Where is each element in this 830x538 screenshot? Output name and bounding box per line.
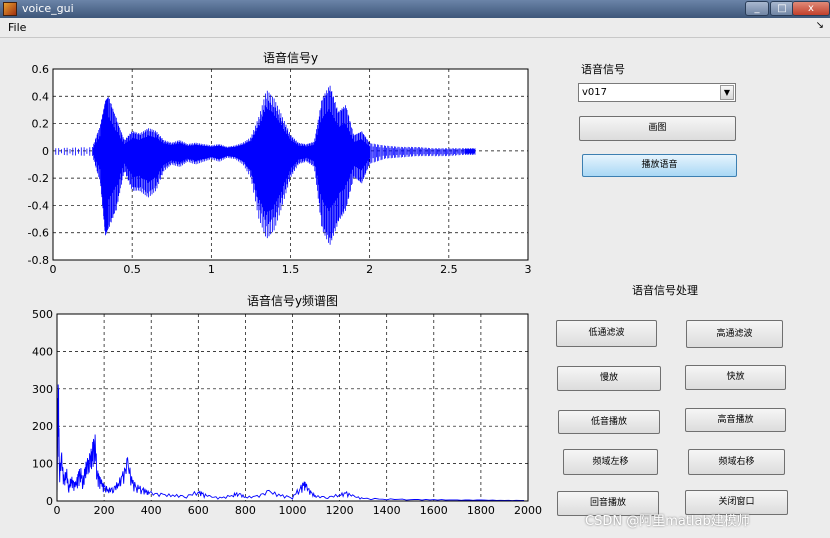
spectrum-plot: 0 200 400 600 800 1000 1200 1400 1600 1800 2000500… (32, 308, 542, 517)
signal-select[interactable]: v017 ▼ (578, 83, 736, 102)
lowpass-filter-button[interactable]: 低通滤波 (556, 320, 657, 347)
plot2-ytick-label: 500 (32, 308, 53, 321)
plot1-ytick-label: -0.2 (28, 172, 49, 185)
menu-file[interactable]: File (8, 21, 26, 34)
plot1-xtick-label: 3 (525, 263, 532, 276)
plot2-xtick-label: 2000 (514, 504, 542, 517)
highpass-filter-button[interactable]: 高通滤波 (686, 320, 783, 348)
plot2-xtick-label: 800 (235, 504, 256, 517)
csdn-watermark: CSDN @阿里matlab建模师 (585, 514, 750, 529)
matlab-icon (3, 2, 17, 16)
fast-play-button[interactable]: 快放 (685, 365, 786, 390)
plot1-ytick-label: -0.4 (28, 199, 49, 212)
plot1-xtick-label: 0.5 (123, 263, 141, 276)
plot1-ytick-label: 0 (42, 145, 49, 158)
menu-bar: File ↘ (0, 18, 830, 38)
plot2-xtick-label: 600 (188, 504, 209, 517)
plot2-xtick-label: 1600 (420, 504, 448, 517)
plot2-xtick-label: 400 (141, 504, 162, 517)
minimize-button[interactable]: _ (745, 1, 769, 16)
high-pitch-play-button[interactable]: 高音播放 (685, 408, 786, 432)
processing-label: 语音信号处理 (632, 284, 698, 297)
freq-shift-right-button[interactable]: 频域右移 (688, 449, 785, 475)
plot1-xtick-label: 2 (366, 263, 373, 276)
plot1-xtick-label: 0 (50, 263, 57, 276)
plot2-xtick-label: 1200 (326, 504, 354, 517)
plot2-ytick-label: 300 (32, 383, 53, 396)
window-title: voice_gui (22, 2, 74, 15)
plot1-ytick-label: 0.2 (32, 118, 50, 131)
signal-select-value: v017 (582, 87, 608, 98)
plot1-xtick-label: 2.5 (440, 263, 458, 276)
plot2-xtick-label: 0 (54, 504, 61, 517)
plot2-ytick-label: 400 (32, 345, 53, 358)
plot1-ytick-label: 0.6 (32, 63, 50, 76)
plot1-xtick-label: 1 (208, 263, 215, 276)
plot2-xtick-label: 1000 (279, 504, 307, 517)
slow-play-button[interactable]: 慢放 (557, 366, 661, 391)
plot2-xtick-label: 1800 (467, 504, 495, 517)
plot2-ytick-label: 0 (46, 495, 53, 508)
time-signal-plot: 0 0.5 1 1.5 2 2.5 3 0.6 0.4 0.2 0 -0.2 -0.4 -0.6 -0.8 (28, 63, 532, 276)
plot2-ytick-label: 200 (32, 420, 53, 433)
title-bar: voice_gui _ □ x (0, 0, 830, 18)
close-window-button[interactable]: x (792, 1, 830, 16)
plot-button[interactable]: 画图 (579, 116, 736, 141)
play-voice-button[interactable]: 播放语音 (582, 154, 737, 177)
plot2-xtick-label: 200 (94, 504, 115, 517)
signal-label: 语音信号 (581, 63, 625, 76)
low-pitch-play-button[interactable]: 低音播放 (558, 410, 660, 434)
plot1-ytick-label: -0.6 (28, 227, 49, 240)
freq-shift-left-button[interactable]: 频域左移 (563, 449, 658, 475)
dock-arrow-icon[interactable]: ↘ (816, 20, 824, 31)
plot2-ytick-label: 100 (32, 458, 53, 471)
chevron-down-icon[interactable]: ▼ (720, 85, 734, 100)
plot2-xtick-label: 1400 (373, 504, 401, 517)
plot1-ytick-label: 0.4 (32, 90, 50, 103)
plot1-ytick-label: -0.8 (28, 254, 49, 267)
maximize-button[interactable]: □ (770, 1, 794, 16)
plot1-xtick-label: 1.5 (282, 263, 300, 276)
